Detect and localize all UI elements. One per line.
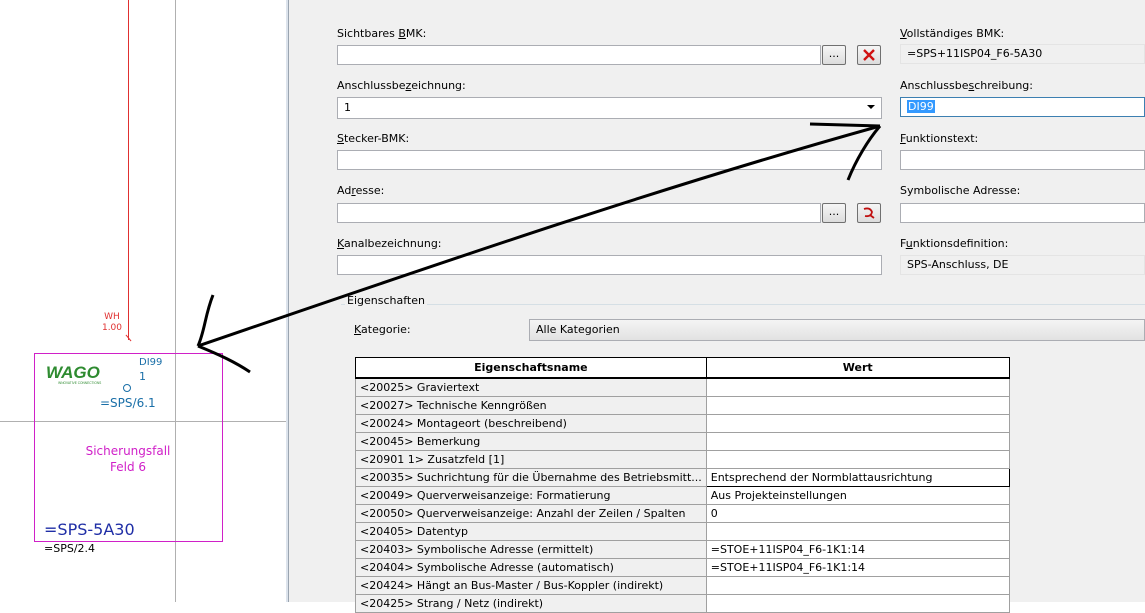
label-adresse: Adresse: [337, 184, 385, 197]
browse-adresse-button[interactable]: ... [822, 203, 846, 223]
table-row[interactable]: <20425> Strang / Netz (indirekt) [355, 594, 1010, 613]
table-row-active[interactable]: <20035> Suchrichtung für die Übernahme d… [355, 468, 1010, 487]
browse-bmk-button[interactable]: ... [822, 45, 846, 65]
table-row[interactable]: <20404> Symbolische Adresse (automatisch… [355, 558, 1010, 577]
table-row[interactable]: <20027> Technische Kenngrößen [355, 396, 1010, 415]
properties-table[interactable]: Eigenschaftsname Wert <20025> Graviertex… [355, 357, 1010, 613]
property-name: <20049> Querverweisanzeige: Formatierung [355, 486, 707, 505]
function-text: Sicherungsfall Feld 6 [68, 443, 188, 475]
property-value[interactable] [705, 450, 1010, 469]
label-sichtbares-bmk: Sichtbares BMK: [337, 27, 427, 40]
properties-group-title: Eigenschaften [345, 294, 427, 307]
property-value[interactable]: =STOE+11ISP04_F6-1K1:14 [705, 558, 1010, 577]
device-tag: =SPS-5A30 [44, 520, 135, 539]
label-stecker-bmk: Stecker-BMK: [337, 132, 410, 145]
property-name: <20027> Technische Kenngrößen [355, 396, 707, 415]
terminal-number-label: 1 [139, 370, 146, 383]
wago-logo-icon: WAGO INNOVATIVE CONNECTIONS [46, 363, 101, 385]
properties-group-line [341, 304, 1145, 305]
table-row[interactable]: <20025> Graviertext [355, 377, 1010, 397]
property-name: <20045> Bemerkung [355, 432, 707, 451]
property-value[interactable] [705, 594, 1010, 613]
cross-reference-6-1[interactable]: =SPS/6.1 [100, 396, 156, 410]
property-value[interactable] [705, 432, 1010, 451]
wire-label: WH 1.00 [98, 312, 126, 334]
property-name: <20424> Hängt an Bus-Master / Bus-Kopple… [355, 576, 707, 595]
function-adresse-button[interactable] [857, 203, 881, 223]
brand-tagline: INNOVATIVE CONNECTIONS [58, 381, 101, 385]
vollstaendiges-bmk-field: =SPS+11ISP04_F6-5A30 [900, 44, 1145, 64]
table-row[interactable]: <20050> Querverweisanzeige: Anzahl der Z… [355, 504, 1010, 523]
property-name: <20405> Datentyp [355, 522, 707, 541]
table-row[interactable]: <20049> Querverweisanzeige: Formatierung… [355, 486, 1010, 505]
property-name: <20403> Symbolische Adresse (ermittelt) [355, 540, 707, 559]
kategorie-value: Alle Kategorien [536, 323, 620, 336]
schematic-canvas[interactable]: WH 1.00 WAGO INNOVATIVE CONNECTIONS DI99… [0, 0, 290, 602]
column-header-name[interactable]: Eigenschaftsname [355, 357, 707, 379]
cross-reference-2-4[interactable]: =SPS/2.4 [44, 542, 95, 555]
kanalbezeichnung-input[interactable] [337, 255, 882, 275]
property-value[interactable] [705, 522, 1010, 541]
label-vollstaendiges-bmk: Vollständiges BMK: [900, 27, 1005, 40]
anschlussbeschreibung-input[interactable]: DI99 [900, 97, 1145, 117]
label-kanalbezeichnung: Kanalbezeichnung: [337, 237, 442, 250]
table-header-row: Eigenschaftsname Wert [355, 357, 1010, 379]
wire-color-label: WH [104, 312, 120, 322]
property-name: <20050> Querverweisanzeige: Anzahl der Z… [355, 504, 707, 523]
table-row[interactable]: <20424> Hängt an Bus-Master / Bus-Kopple… [355, 576, 1010, 595]
label-kategorie: Kategorie: [354, 323, 411, 336]
wire-cross-section-label: 1.00 [101, 323, 123, 333]
function-text-line1: Sicherungsfall [85, 444, 171, 458]
property-value[interactable] [705, 377, 1010, 397]
stecker-bmk-input[interactable] [337, 150, 882, 170]
sichtbares-bmk-input[interactable] [337, 45, 821, 65]
label-symbolische-adresse: Symbolische Adresse: [900, 184, 1021, 197]
function-icon [863, 207, 875, 219]
property-value[interactable] [705, 414, 1010, 433]
property-value[interactable]: 0 [705, 504, 1010, 523]
anschlussbeschreibung-selected-text: DI99 [907, 100, 935, 113]
symbolische-adresse-input[interactable] [900, 203, 1145, 223]
table-row[interactable]: <20901 1> Zusatzfeld [1] [355, 450, 1010, 469]
funktionstext-input[interactable] [900, 150, 1145, 170]
table-row[interactable]: <20045> Bemerkung [355, 432, 1010, 451]
dropdown-arrow-icon[interactable] [867, 105, 875, 109]
property-name: <20024> Montageort (beschreibend) [355, 414, 707, 433]
delete-icon [863, 49, 875, 61]
brand-text: WAGO [46, 363, 100, 382]
adresse-input[interactable] [337, 203, 821, 223]
label-funktionstext: Funktionstext: [900, 132, 979, 145]
property-name: <20404> Symbolische Adresse (automatisch… [355, 558, 707, 577]
wire-red [128, 0, 129, 340]
property-value[interactable]: Entsprechend der Normblattausrichtung [705, 468, 1010, 487]
table-row[interactable]: <20405> Datentyp [355, 522, 1010, 541]
label-anschlussbezeichnung: Anschlussbezeichnung: [337, 79, 466, 92]
property-value[interactable] [705, 576, 1010, 595]
terminal-pin-icon[interactable] [123, 384, 131, 392]
property-name: <20025> Graviertext [355, 377, 707, 397]
property-value[interactable]: =STOE+11ISP04_F6-1K1:14 [705, 540, 1010, 559]
terminal-function-label: DI99 [139, 357, 163, 368]
funktionsdefinition-field: SPS-Anschluss, DE [900, 255, 1145, 275]
anschlussbezeichnung-value: 1 [344, 101, 351, 114]
delete-bmk-button[interactable] [857, 45, 881, 65]
kategorie-select[interactable]: Alle Kategorien [529, 319, 1145, 341]
function-text-line2: Feld 6 [109, 460, 147, 474]
table-row[interactable]: <20024> Montageort (beschreibend) [355, 414, 1010, 433]
property-name: <20425> Strang / Netz (indirekt) [355, 594, 707, 613]
table-row[interactable]: <20403> Symbolische Adresse (ermittelt) =… [355, 540, 1010, 559]
column-header-value[interactable]: Wert [705, 357, 1010, 379]
label-funktionsdefinition: Funktionsdefinition: [900, 237, 1009, 250]
anschlussbezeichnung-select[interactable]: 1 [337, 97, 882, 119]
property-name: <20901 1> Zusatzfeld [1] [355, 450, 707, 469]
property-value[interactable]: Aus Projekteinstellungen [705, 486, 1010, 505]
label-anschlussbeschreibung: Anschlussbeschreibung: [900, 79, 1033, 92]
property-value[interactable] [705, 396, 1010, 415]
property-name: <20035> Suchrichtung für die Übernahme d… [355, 468, 707, 487]
